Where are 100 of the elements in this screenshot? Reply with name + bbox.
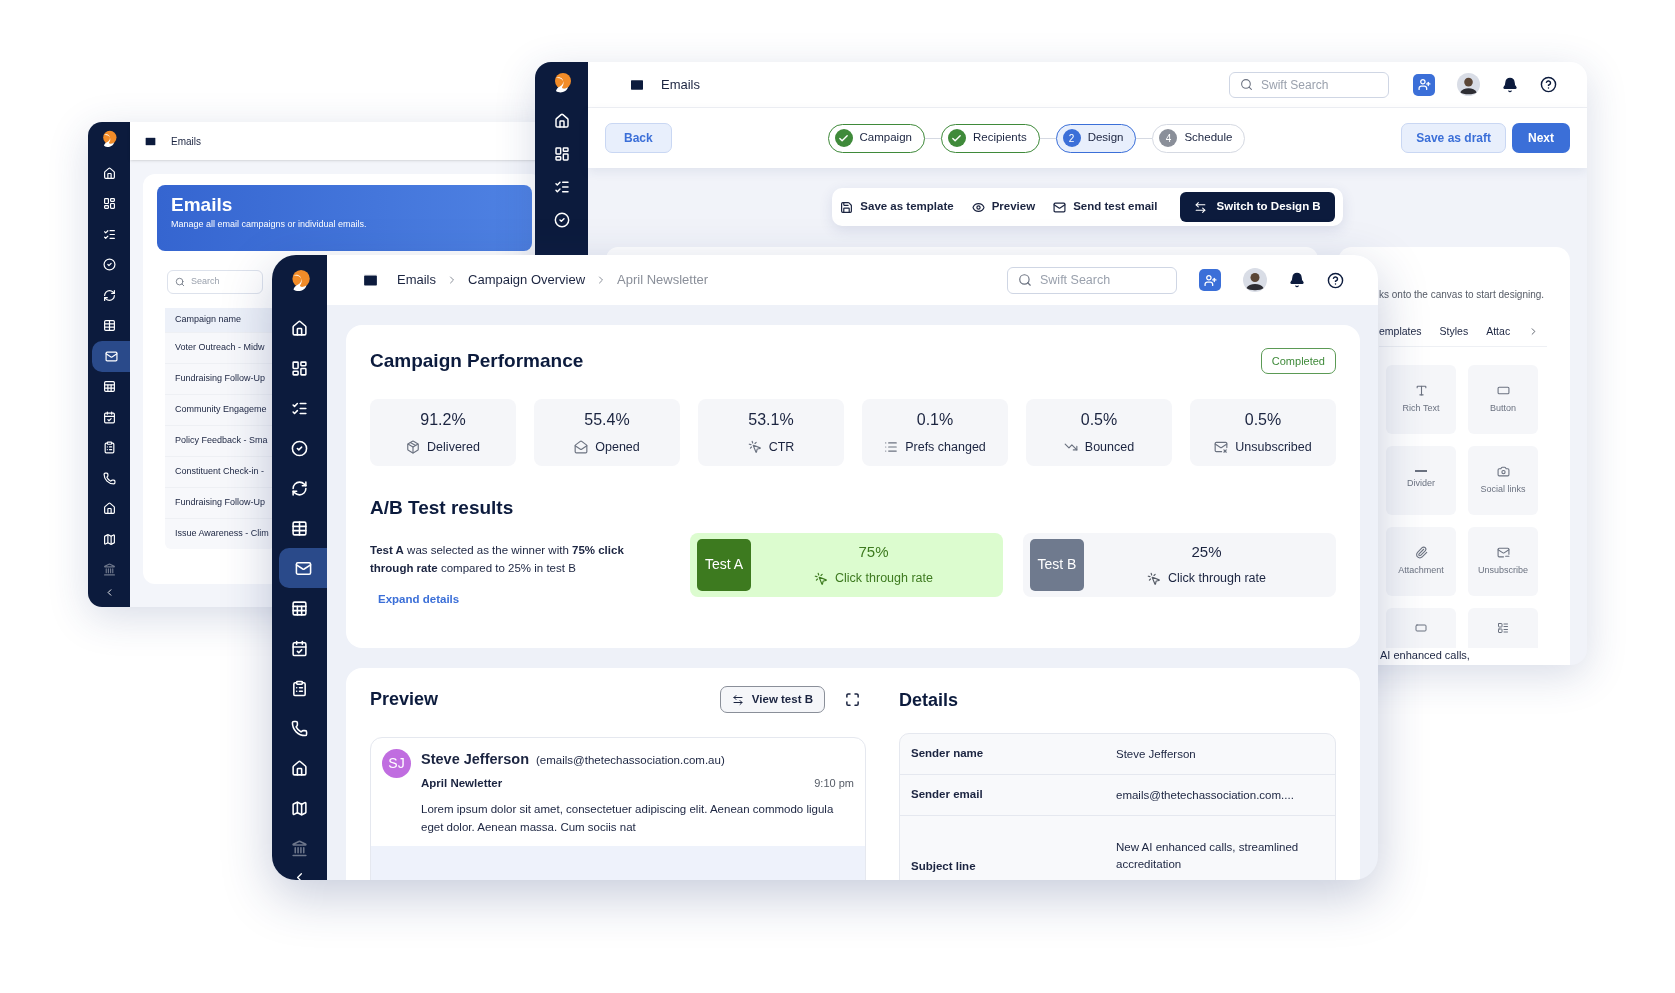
fullscreen-icon[interactable] bbox=[845, 692, 860, 707]
toolbar-button[interactable]: Preview bbox=[971, 198, 1036, 216]
add-user-icon bbox=[1203, 273, 1217, 287]
home-icon bbox=[291, 759, 308, 777]
breadcrumb[interactable]: Emails bbox=[397, 270, 436, 290]
canvas-text: AI enhanced calls, bbox=[1380, 647, 1470, 663]
card-title: Campaign Performance bbox=[370, 349, 584, 373]
block-tile[interactable]: Rich Text bbox=[1386, 364, 1456, 434]
list-icon bbox=[1497, 621, 1509, 634]
calendar-icon bbox=[291, 639, 308, 657]
sidebar-item[interactable] bbox=[553, 212, 570, 228]
stat-value: 53.1% bbox=[748, 409, 794, 430]
notification-icon[interactable] bbox=[1289, 272, 1305, 288]
search-icon bbox=[1240, 78, 1253, 91]
check-circle-icon bbox=[553, 212, 570, 228]
sync-icon bbox=[102, 288, 116, 302]
expand-details-link[interactable]: Expand details bbox=[378, 590, 670, 608]
sheet-icon bbox=[291, 599, 308, 617]
block-tile[interactable] bbox=[1386, 607, 1456, 648]
block-tile[interactable]: Attachment bbox=[1386, 526, 1456, 596]
avatar[interactable] bbox=[1457, 73, 1480, 96]
test-metric: Click through rate bbox=[1168, 570, 1266, 588]
step-label: Design bbox=[1087, 130, 1124, 146]
home-icon bbox=[553, 113, 570, 129]
phone-icon bbox=[291, 719, 308, 737]
sender-avatar: SJ bbox=[382, 749, 411, 778]
dashboard-icon bbox=[102, 197, 116, 211]
stat-label: Delivered bbox=[427, 438, 480, 456]
view-test-button[interactable]: View test B bbox=[719, 686, 825, 713]
block-tile[interactable]: Social links bbox=[1468, 445, 1538, 515]
page-title: Emails bbox=[171, 134, 201, 149]
save-draft-button[interactable]: Save as draft bbox=[1401, 123, 1506, 153]
avatar[interactable] bbox=[1243, 268, 1267, 292]
add-user-button[interactable] bbox=[1413, 73, 1435, 96]
dashboard-icon bbox=[291, 359, 308, 377]
block-tile[interactable]: Button bbox=[1468, 364, 1538, 434]
sidebar-item[interactable] bbox=[553, 179, 570, 195]
stat-value: 0.1% bbox=[916, 409, 954, 430]
step-label: Campaign bbox=[859, 130, 912, 146]
notification-icon[interactable] bbox=[1502, 76, 1518, 93]
swap-icon bbox=[1193, 200, 1207, 214]
panel-tab[interactable]: emplates bbox=[1379, 324, 1422, 340]
block-tile[interactable]: Unsubscribe bbox=[1468, 526, 1538, 596]
bank-icon bbox=[291, 839, 308, 857]
sidebar-item[interactable] bbox=[553, 113, 570, 129]
pointer-click-icon bbox=[814, 571, 828, 586]
help-icon[interactable] bbox=[1327, 271, 1344, 289]
step-label: Recipients bbox=[972, 130, 1027, 146]
phone-icon bbox=[102, 471, 116, 485]
checklist-icon bbox=[102, 227, 116, 241]
pointer-click-icon bbox=[747, 440, 762, 454]
test-label: Test A bbox=[697, 538, 751, 591]
card-title: Details bbox=[899, 689, 960, 712]
home-icon bbox=[102, 502, 116, 516]
sidebar-item[interactable] bbox=[553, 146, 570, 162]
search-icon bbox=[175, 277, 185, 287]
toolbar-button[interactable]: Send test email bbox=[1053, 198, 1158, 216]
home-icon bbox=[102, 166, 116, 180]
step-number: 4 bbox=[1159, 129, 1178, 147]
swap-icon bbox=[731, 693, 744, 706]
step[interactable]: 4 Schedule bbox=[1152, 123, 1246, 153]
sender-address: (emails@thetechassociation.com.au) bbox=[536, 753, 725, 768]
block-tile[interactable] bbox=[1468, 607, 1538, 648]
sidebar-item[interactable] bbox=[279, 548, 327, 588]
switch-design-button[interactable]: Switch to Design B bbox=[1179, 192, 1335, 222]
back-button[interactable]: Back bbox=[605, 123, 672, 153]
panel-tab[interactable]: Attac bbox=[1486, 324, 1511, 340]
step-label: Schedule bbox=[1184, 130, 1233, 146]
step-number: 2 bbox=[1062, 129, 1081, 147]
step[interactable]: 2 Design bbox=[1055, 123, 1137, 153]
list-icon bbox=[884, 440, 899, 454]
dashboard-icon bbox=[553, 146, 570, 162]
check-circle-icon bbox=[291, 439, 308, 457]
home-icon bbox=[291, 319, 308, 337]
calendar-icon bbox=[102, 410, 116, 424]
sidebar-item[interactable] bbox=[92, 341, 130, 372]
check-circle-icon bbox=[102, 258, 116, 272]
package-icon bbox=[406, 440, 421, 454]
breadcrumb[interactable]: Campaign Overview bbox=[468, 270, 586, 290]
sync-icon bbox=[291, 479, 308, 497]
next-button[interactable]: Next bbox=[1512, 123, 1570, 153]
panel-tab[interactable]: Styles bbox=[1439, 324, 1469, 340]
search-icon bbox=[1018, 273, 1032, 287]
eye-icon bbox=[971, 200, 985, 214]
toolbar-button[interactable]: Save as template bbox=[840, 198, 954, 216]
block-tile[interactable]: Divider bbox=[1386, 445, 1456, 515]
checklist-icon bbox=[553, 179, 570, 195]
step[interactable]: Recipients bbox=[940, 123, 1040, 153]
detail-label: Sender email bbox=[911, 787, 984, 803]
help-icon[interactable] bbox=[1540, 76, 1557, 93]
email-time: 9:10 pm bbox=[814, 776, 854, 792]
stat-label: Opened bbox=[595, 438, 640, 456]
pointer-click-icon bbox=[1147, 571, 1161, 586]
map-icon bbox=[291, 799, 308, 817]
sheet-icon bbox=[102, 380, 116, 394]
step[interactable]: Campaign bbox=[827, 123, 925, 153]
stat-value: 0.5% bbox=[1244, 409, 1282, 430]
add-user-button[interactable] bbox=[1199, 269, 1221, 291]
email-subject: April Newletter bbox=[421, 775, 503, 791]
map-icon bbox=[102, 532, 116, 546]
